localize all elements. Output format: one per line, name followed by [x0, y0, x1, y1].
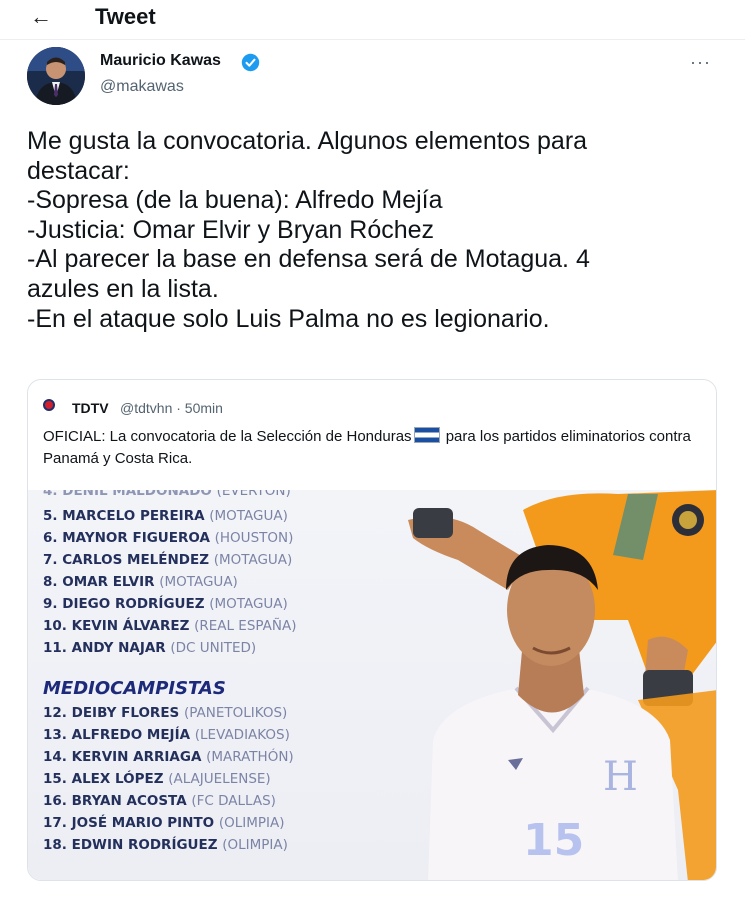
roster-num: 4. — [43, 490, 58, 499]
more-options-button[interactable]: ··· — [690, 52, 711, 73]
roster-num: 15. — [43, 771, 67, 787]
roster-num: 5. — [43, 508, 58, 524]
author-handle[interactable]: @makawas — [100, 78, 184, 96]
roster-row: 7. CARLOS MELÉNDEZ (MOTAGUA) — [43, 552, 292, 568]
roster-club: (DC UNITED) — [170, 640, 257, 656]
roster-row: 15. ALEX LÓPEZ (ALAJUELENSE) — [43, 771, 271, 787]
roster-row: 5. MARCELO PEREIRA (MOTAGUA) — [43, 508, 288, 524]
quoted-author-name: TDTV — [72, 400, 109, 416]
roster-name: ALFREDO MEJÍA — [71, 727, 191, 743]
jersey-number: 15 — [523, 815, 584, 866]
roster-row: 18. EDWIN RODRÍGUEZ (OLIMPIA) — [43, 837, 288, 853]
verified-badge-icon — [241, 53, 260, 72]
roster-club: (ALAJUELENSE) — [168, 771, 271, 787]
roster-club: (EVERTON) — [216, 490, 291, 499]
quoted-media-image[interactable]: 4. DENIL MALDONADO (EVERTON) 5. MARCELO … — [28, 490, 716, 880]
roster-row: 16. BRYAN ACOSTA (FC DALLAS) — [43, 793, 276, 809]
roster-num: 8. — [43, 574, 58, 590]
roster-name: EDWIN RODRÍGUEZ — [71, 837, 218, 853]
roster-row: 11. ANDY NAJAR (DC UNITED) — [43, 640, 256, 656]
roster-club: (PANETOLIKOS) — [183, 705, 288, 721]
roster-row: 6. MAYNOR FIGUEROA (HOUSTON) — [43, 530, 293, 546]
roster-club: (MOTAGUA) — [209, 508, 288, 524]
page-title: Tweet — [95, 4, 156, 29]
roster-name: DEIBY FLORES — [71, 705, 180, 721]
author-name[interactable]: Mauricio Kawas — [100, 52, 221, 70]
roster-row: 10. KEVIN ÁLVAREZ (REAL ESPAÑA) — [43, 618, 297, 634]
roster-club: (FC DALLAS) — [191, 793, 276, 809]
roster-num: 7. — [43, 552, 58, 568]
tweet-line: -Justicia: Omar Elvir y Bryan Róchez — [27, 215, 435, 244]
tweet-text: Me gusta la convocatoria. Algunos elemen… — [27, 127, 707, 334]
roster-name: CARLOS MELÉNDEZ — [62, 552, 210, 568]
roster-num: 6. — [43, 530, 58, 546]
roster-club: (MOTAGUA) — [213, 552, 293, 568]
tweet-line: -En el ataque solo Luis Palma no es legi… — [27, 304, 550, 333]
arrow-left-icon: ← — [30, 4, 52, 29]
quoted-meta: @tdtvhn · 50min — [120, 400, 223, 416]
roster-num: 16. — [43, 793, 67, 809]
roster-row: 17. JOSÉ MARIO PINTO (OLIMPIA) — [43, 815, 285, 831]
tweet-line: Me gusta la convocatoria. Algunos elemen… — [27, 127, 588, 155]
roster-club: (REAL ESPAÑA) — [194, 618, 297, 634]
roster-club: (MOTAGUA) — [209, 596, 288, 612]
roster-name: MARCELO PEREIRA — [62, 508, 205, 524]
tweet-line: azules en la lista. — [27, 274, 219, 303]
roster-name: DIEGO RODRÍGUEZ — [62, 596, 205, 612]
roster-num: 11. — [43, 640, 67, 656]
player-photo: H 15 — [408, 490, 716, 880]
roster-row: 13. ALFREDO MEJÍA (LEVADIAKOS) — [43, 727, 290, 743]
roster-club: (LEVADIAKOS) — [194, 727, 290, 743]
roster-name: MAYNOR FIGUEROA — [62, 530, 210, 546]
avatar-image — [27, 47, 85, 105]
roster-row: 8. OMAR ELVIR (MOTAGUA) — [43, 574, 238, 590]
roster-row: 12. DEIBY FLORES (PANETOLIKOS) — [43, 705, 287, 721]
jersey-crest: H — [603, 754, 638, 800]
roster-num: 14. — [43, 749, 67, 765]
roster-num: 9. — [43, 596, 58, 612]
honduras-flag-icon — [413, 427, 440, 443]
quoted-text: OFICIAL: La convocatoria de la Selección… — [43, 426, 703, 470]
roster-name: BRYAN ACOSTA — [71, 793, 187, 809]
roster-num: 13. — [43, 727, 67, 743]
quoted-text-part: OFICIAL: La convocatoria de la Selección… — [43, 428, 412, 445]
avatar[interactable] — [27, 47, 85, 105]
roster-row: 9. DIEGO RODRÍGUEZ (MOTAGUA) — [43, 596, 288, 612]
tweet-line: -Sopresa (de la buena): Alfredo Mejía — [27, 186, 443, 215]
roster-club: (MARATHÓN) — [206, 749, 294, 765]
quoted-tweet[interactable]: TDTV @tdtvhn · 50min OFICIAL: La convoca… — [27, 379, 717, 881]
roster-club: (OLIMPIA) — [218, 815, 285, 831]
roster-num: 12. — [43, 705, 67, 721]
roster-club: (HOUSTON) — [214, 530, 294, 546]
roster-num: 10. — [43, 618, 67, 634]
roster-row: 4. DENIL MALDONADO (EVERTON) — [43, 490, 291, 499]
roster-name: ANDY NAJAR — [71, 640, 166, 656]
roster-row: 14. KERVIN ARRIAGA (MARATHÓN) — [43, 749, 294, 765]
back-button[interactable]: ← — [26, 4, 56, 30]
roster-num: 17. — [43, 815, 67, 831]
roster-name: JOSÉ MARIO PINTO — [71, 815, 215, 831]
roster-name: DENIL MALDONADO — [62, 490, 212, 499]
roster-name: ALEX LÓPEZ — [71, 771, 164, 787]
roster-club: (MOTAGUA) — [159, 574, 238, 590]
roster-name: KEVIN ÁLVAREZ — [71, 618, 190, 634]
tweet-line: -Al parecer la base en defensa será de M… — [27, 245, 590, 274]
roster-name: OMAR ELVIR — [62, 574, 155, 590]
roster-club: (OLIMPIA) — [222, 837, 288, 853]
roster-name: KERVIN ARRIAGA — [71, 749, 202, 765]
tweet-line: destacar: — [27, 156, 130, 185]
section-title-midfielders: MEDIOCAMPISTAS — [43, 678, 226, 699]
top-bar: ← Tweet — [0, 0, 745, 40]
tdtv-logo-icon — [43, 399, 55, 411]
roster-num: 18. — [43, 837, 67, 853]
